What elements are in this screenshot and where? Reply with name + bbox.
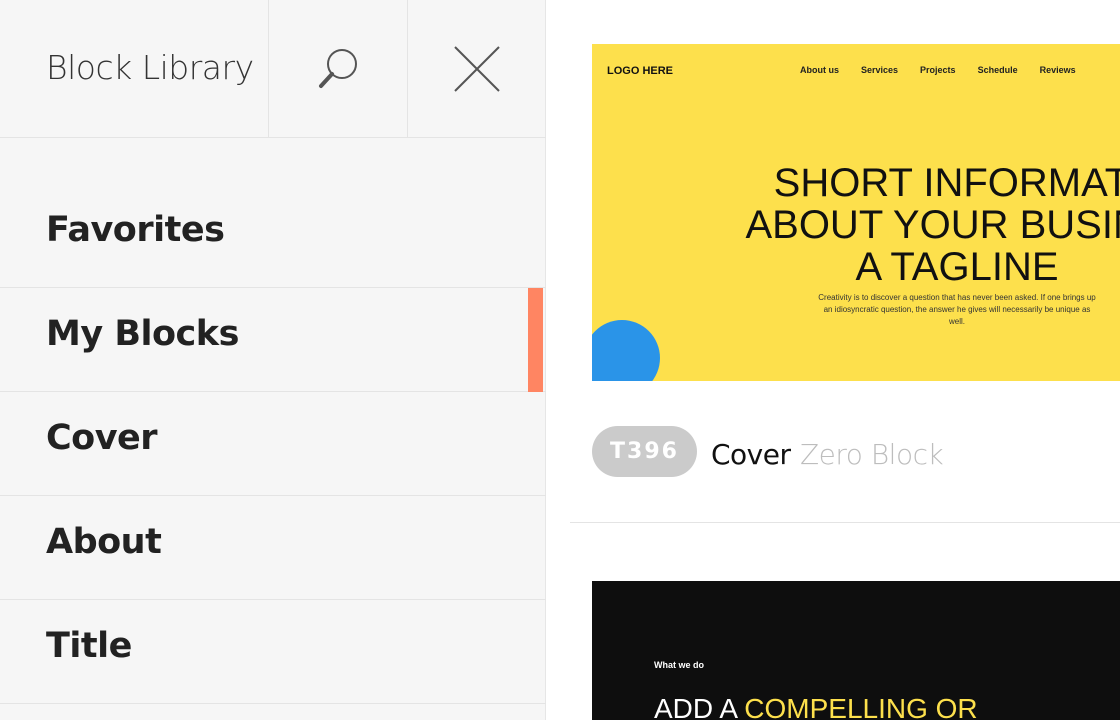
preview-decorative-circle (592, 320, 660, 381)
active-item-indicator (528, 288, 543, 392)
block-code-badge: T396 (592, 426, 697, 477)
card-divider (570, 522, 1120, 523)
sidebar-item-favorites[interactable]: Favorites (0, 184, 546, 288)
block-preview-cover[interactable]: LOGO HERE About us Services Projects Sch… (592, 44, 1120, 381)
sidebar-header: Block Library (0, 0, 546, 138)
sidebar-item-cover[interactable]: Cover (0, 392, 546, 496)
preview-heading-prefix: ADD A (654, 693, 745, 720)
preview-heading-line: SHORT INFORMATI (773, 161, 1120, 205)
preview-heading: ADD A COMPELLING OR (654, 693, 978, 720)
preview-heading-line: ABOUT YOUR BUSINE (745, 203, 1120, 247)
sidebar-item-label: Favorites (46, 210, 225, 250)
preview-small-label: What we do (654, 660, 704, 670)
preview-logo: LOGO HERE (607, 65, 674, 77)
block-preview-dark[interactable]: What we do ADD A COMPELLING OR (592, 581, 1120, 720)
preview-nav: About us Services Projects Schedule Revi… (800, 65, 1076, 75)
search-icon (319, 48, 357, 88)
preview-heading: SHORT INFORMATI ABOUT YOUR BUSINE A TAGL… (592, 162, 1120, 288)
sidebar-item-title[interactable]: Title (0, 600, 546, 704)
preview-heading-line: A TAGLINE (855, 245, 1059, 289)
block-name: Cover (711, 438, 791, 471)
sidebar-item-label: Title (46, 626, 132, 666)
block-library-sidebar: Block Library Favorites My Blocks Cover … (0, 0, 546, 720)
sidebar-item-label: About (46, 522, 162, 562)
close-icon (454, 45, 500, 92)
preview-nav-item: Schedule (977, 65, 1018, 75)
preview-nav-item: Projects (920, 65, 956, 75)
close-button[interactable] (408, 0, 546, 137)
preview-nav-item: Services (861, 65, 899, 75)
preview-nav-item: Reviews (1039, 65, 1076, 75)
preview-nav-item: About us (800, 65, 839, 75)
sidebar-item-about[interactable]: About (0, 496, 546, 600)
sidebar-item-label: Cover (46, 418, 158, 458)
sidebar-item-label: My Blocks (46, 314, 239, 354)
preview-heading-highlight: COMPELLING OR (744, 693, 978, 720)
sidebar-item-my-blocks[interactable]: My Blocks (0, 288, 546, 392)
sidebar-title: Block Library (46, 48, 254, 87)
preview-description: Creativity is to discover a question tha… (818, 293, 1096, 326)
search-button[interactable] (269, 0, 407, 137)
block-type: Zero Block (800, 438, 944, 471)
